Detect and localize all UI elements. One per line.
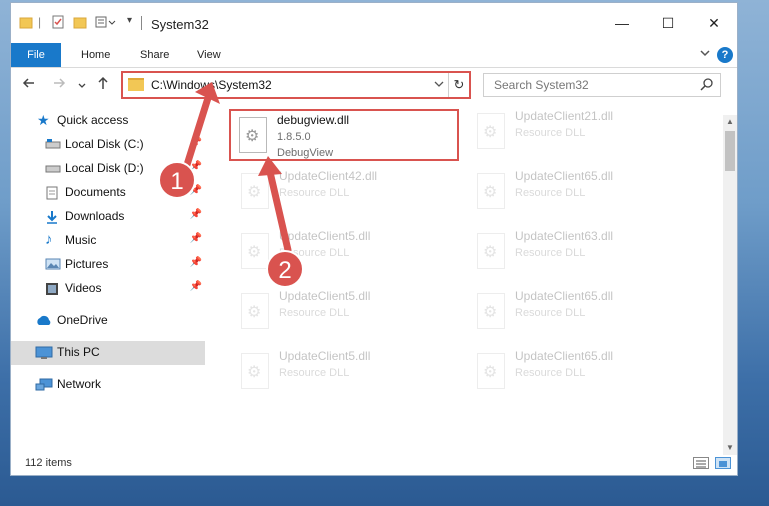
- step-1-callout: 1: [158, 161, 196, 199]
- arrow-2-shaft: [266, 168, 292, 254]
- annotation-arrows: [182, 82, 292, 254]
- arrow-1-shaft: [182, 94, 212, 172]
- arrow-2-head: [258, 156, 282, 176]
- step-2-callout: 2: [266, 250, 304, 288]
